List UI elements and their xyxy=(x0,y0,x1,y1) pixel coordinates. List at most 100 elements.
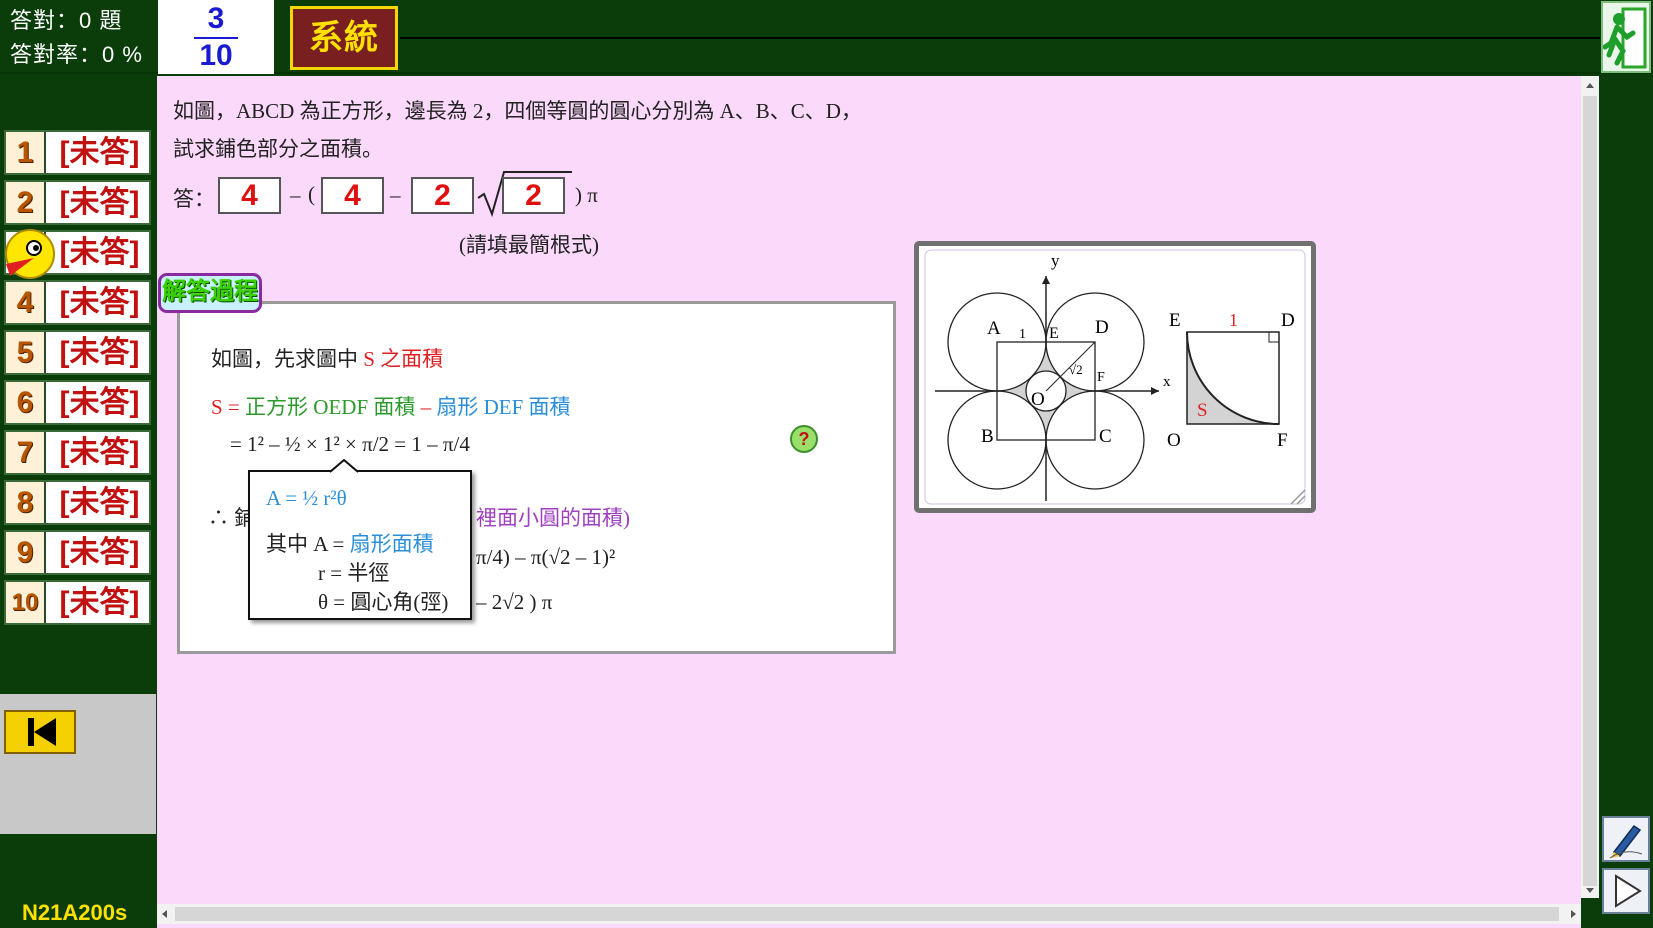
navigation-panel xyxy=(0,694,156,834)
tooltip-formula: A = ½ r²θ xyxy=(266,486,347,510)
tooltip-text: 其中 A = xyxy=(266,532,345,556)
question-item[interactable]: 1 [未答] xyxy=(4,130,151,175)
solution-line-1: 如圖，先求圖中 S 之面積 xyxy=(211,343,443,373)
question-status: [未答] xyxy=(59,586,140,619)
question-number: 10 xyxy=(6,582,46,623)
label-E: E xyxy=(1169,310,1181,331)
answer-box-2[interactable]: 4 xyxy=(321,177,384,214)
question-status: [未答] xyxy=(59,336,140,369)
label-C: C xyxy=(1099,426,1112,447)
question-item[interactable]: 5 [未答] xyxy=(4,330,151,375)
question-status: [未答] xyxy=(59,536,140,569)
question-item[interactable]: 9 [未答] xyxy=(4,530,151,575)
question-item[interactable]: 8 [未答] xyxy=(4,480,151,525)
close-paren-pi: ) π xyxy=(575,183,598,207)
question-number: 2 xyxy=(6,182,46,223)
exit-running-man-icon xyxy=(1602,7,1647,69)
tooltip-sector-area: 扇形面積 xyxy=(349,532,434,556)
question-number: 8 xyxy=(6,482,46,523)
question-item[interactable]: 7 [未答] xyxy=(4,430,151,475)
question-status: [未答] xyxy=(59,436,140,469)
first-question-button[interactable] xyxy=(4,710,76,754)
question-number: 1 xyxy=(6,132,46,173)
geometry-figure-panel: y x A 1 E D √2 F O B C E 1 D S O F xyxy=(914,241,1316,513)
tooltip-line-4: θ = 圓心角(弳) xyxy=(318,590,449,614)
question-sidebar: 1 [未答] 2 [未答] 3 [未答] 4 [未答] 5 [未答] 6 xyxy=(0,76,156,928)
question-number: 6 xyxy=(6,382,46,423)
question-item[interactable]: 10 [未答] xyxy=(4,580,151,625)
question-code: N21A200s xyxy=(22,900,128,925)
correct-rate: 答對率：0 % xyxy=(10,42,143,67)
question-status: [未答] xyxy=(59,386,140,419)
header-divider xyxy=(400,37,1600,39)
question-status: [未答] xyxy=(59,136,140,169)
label-sqrt2: √2 xyxy=(1069,362,1083,377)
tooltip-pointer xyxy=(330,459,358,473)
question-item[interactable]: 2 [未答] xyxy=(4,180,151,225)
answer-box-3[interactable]: 2 xyxy=(411,177,474,214)
question-number: 9 xyxy=(6,532,46,573)
solution-line-3: = 1² – ½ × 1² × π/2 = 1 – π/4 xyxy=(230,432,470,456)
vertical-scrollbar-arrows xyxy=(1583,83,1597,893)
answer-box-1[interactable]: 4 xyxy=(218,177,281,214)
question-number: 7 xyxy=(6,432,46,473)
problem-line-1: 如圖，ABCD 為正方形，邊長為 2，四個等圓的圓心分別為 A、B、C、D， xyxy=(173,99,862,123)
square-area-text: 正方形 OEDF 面積 xyxy=(245,395,416,419)
help-question-icon[interactable]: ? xyxy=(790,425,818,453)
next-question-button[interactable] xyxy=(1602,868,1650,914)
question-item-current[interactable]: 3 [未答] xyxy=(4,229,151,279)
horizontal-scrollbar-arrows xyxy=(162,907,1576,921)
label-E: E xyxy=(1049,325,1059,342)
pen-tool-button[interactable] xyxy=(1602,816,1650,862)
exit-button[interactable] xyxy=(1601,1,1651,73)
play-arrow-icon xyxy=(1615,874,1642,908)
pen-icon xyxy=(1609,824,1643,859)
formula-tooltip: A = ½ r²θ 其中 A = 扇形面積 r = 半徑 θ = 圓心角(弳) xyxy=(248,470,472,620)
label-A: A xyxy=(987,318,1001,339)
minus-sign: – xyxy=(290,183,301,207)
question-item[interactable]: 4 [未答] xyxy=(4,280,151,325)
solution-line-2: S = 正方形 OEDF 面積 – 扇形 DEF 面積 xyxy=(211,391,571,421)
open-paren: ( xyxy=(308,182,315,206)
right-toolbar xyxy=(1599,76,1653,928)
s-equals: S = xyxy=(211,395,240,419)
solution-line-4b: 裡面小圓的面積) xyxy=(476,506,630,530)
minus-sign: – xyxy=(390,183,401,207)
total-questions: 10 xyxy=(199,39,233,72)
correct-count: 答對：0 題 xyxy=(10,8,123,33)
answer-label: 答： xyxy=(173,187,215,211)
label-y: y xyxy=(1051,251,1060,270)
vertical-scrollbar[interactable] xyxy=(1581,76,1599,898)
question-number: 5 xyxy=(6,332,46,373)
tooltip-line-3: r = 半徑 xyxy=(318,561,390,585)
label-D: D xyxy=(1281,310,1295,331)
label-one: 1 xyxy=(1019,327,1026,342)
label-S: S xyxy=(1197,400,1208,421)
horizontal-scrollbar[interactable] xyxy=(157,904,1581,924)
chick-mascot-icon xyxy=(5,229,55,279)
minus-text: – xyxy=(420,395,432,419)
solution-process-button[interactable]: 解答過程 xyxy=(158,273,262,313)
label-one: 1 xyxy=(1229,310,1238,330)
label-D: D xyxy=(1095,317,1109,338)
current-question-number: 3 xyxy=(207,2,225,35)
answer-box-4[interactable]: 2 xyxy=(502,177,565,214)
progress-fraction: 3 10 xyxy=(158,0,274,74)
solution-line-5: π/4) – π(√2 – 1)² xyxy=(476,545,616,569)
label-O: O xyxy=(1167,430,1181,451)
solution-s-area: S 之面積 xyxy=(363,347,444,371)
question-status: [未答] xyxy=(59,486,140,519)
solution-line-6: – 2√2 ) π xyxy=(476,590,553,614)
question-status: [未答] xyxy=(59,286,140,319)
system-settings-button[interactable]: 系統設定 xyxy=(290,6,398,115)
skip-to-start-icon xyxy=(28,718,56,746)
problem-line-2: 試求鋪色部分之面積。 xyxy=(173,137,383,161)
solution-text: 如圖，先求圖中 xyxy=(211,347,358,371)
question-status: [未答] xyxy=(59,186,140,219)
question-item[interactable]: 6 [未答] xyxy=(4,380,151,425)
question-number: 4 xyxy=(6,282,46,323)
label-F: F xyxy=(1277,430,1288,451)
label-F: F xyxy=(1097,370,1105,385)
header-bar: 答對：0 題 答對率：0 % 3 10 系統設定 xyxy=(0,0,1653,115)
simplest-radical-note: (請填最簡根式) xyxy=(459,233,599,257)
